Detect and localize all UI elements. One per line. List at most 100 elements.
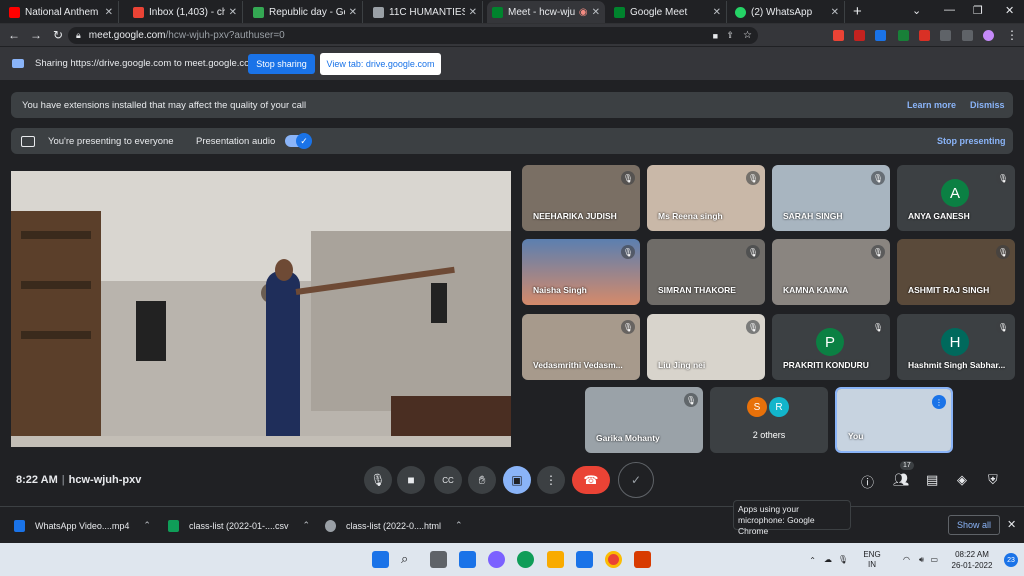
task-view-icon[interactable] xyxy=(430,551,447,568)
address-bar[interactable]: 🔒︎ meet.google.com/hcw-wjuh-pxv?authuser… xyxy=(68,27,758,44)
start-icon[interactable] xyxy=(372,551,389,568)
activities-icon[interactable]: ◈ xyxy=(957,472,967,488)
tab-search-icon[interactable]: ⌄ xyxy=(912,4,921,17)
edge-icon[interactable] xyxy=(517,551,534,568)
mail-icon[interactable] xyxy=(576,551,593,568)
back-icon[interactable]: ← xyxy=(4,28,24,42)
restore-button[interactable]: ❐ xyxy=(973,4,983,17)
tab-11c-humanities[interactable]: 11C HUMANTIES 202✕ xyxy=(368,1,483,23)
tab-whatsapp[interactable]: (2) WhatsApp ✕ xyxy=(730,1,845,23)
profile-avatar[interactable] xyxy=(983,30,994,41)
download-item[interactable]: WhatsApp Video....mp4 ⌃ xyxy=(14,517,151,534)
learn-more-link[interactable]: Learn more xyxy=(907,100,956,110)
download-item[interactable]: class-list (2022-01-....csv ⌃ xyxy=(168,517,310,534)
close-icon[interactable]: ✕ xyxy=(592,7,600,18)
mic-tray-icon[interactable]: 🎙︎ xyxy=(838,555,848,564)
new-tab-button[interactable]: + xyxy=(853,3,862,20)
abp-icon[interactable] xyxy=(854,30,865,41)
extension-icon[interactable] xyxy=(898,30,909,41)
mic-off-icon: 🎙︎ xyxy=(871,245,885,259)
participant-tile[interactable]: 🎙︎ KAMNA KAMNA xyxy=(772,239,890,305)
people-icon[interactable]: 👥︎ xyxy=(893,472,910,488)
present-button[interactable]: ▣ xyxy=(503,466,531,494)
presentation-audio-toggle[interactable]: ✓ xyxy=(285,133,312,149)
camera-icon[interactable]: ■ xyxy=(713,31,718,41)
notification-badge[interactable]: 23 xyxy=(1004,553,1018,567)
extension-icon[interactable] xyxy=(833,30,844,41)
widgets-icon[interactable] xyxy=(459,551,476,568)
stop-presenting-button[interactable]: Stop presenting xyxy=(937,136,1006,146)
close-window-button[interactable]: ✕ xyxy=(1005,4,1014,17)
reload-icon[interactable]: ↻ xyxy=(48,28,68,42)
chevron-up-icon[interactable]: ⌃ xyxy=(303,520,311,531)
chat-app-icon[interactable] xyxy=(488,551,505,568)
wifi-icon[interactable]: ◠ xyxy=(903,555,910,564)
volume-icon[interactable]: 🔊︎ xyxy=(919,555,924,565)
close-icon[interactable]: ✕ xyxy=(713,7,721,18)
file-explorer-icon[interactable] xyxy=(547,551,564,568)
forward-icon[interactable]: → xyxy=(26,28,46,42)
bookmark-star-icon[interactable]: ☆ xyxy=(743,30,752,41)
camera-button[interactable]: ■ xyxy=(397,466,425,494)
extension-icon[interactable] xyxy=(875,30,886,41)
mic-off-icon: 🎙︎ xyxy=(684,393,698,407)
battery-icon[interactable]: ▭ xyxy=(930,555,938,564)
chevron-up-icon[interactable]: ⌃ xyxy=(143,520,151,531)
tab-gmail-inbox[interactable]: Inbox (1,403) - charlo✕ xyxy=(128,1,243,23)
lock-icon: 🔒︎ xyxy=(76,30,81,40)
captions-button[interactable]: CC xyxy=(434,466,462,494)
cloud-icon[interactable]: ☁︎ xyxy=(824,555,832,564)
search-icon[interactable]: ⌕ xyxy=(401,551,418,568)
tab-google-meet[interactable]: Google Meet ✕ xyxy=(609,1,727,23)
clock[interactable]: 08:22 AM 26-01-2022 xyxy=(944,549,1000,571)
host-controls-icon[interactable]: ⛨ xyxy=(988,472,998,488)
chevron-up-icon[interactable]: ⌃ xyxy=(809,556,816,565)
stop-sharing-button[interactable]: Stop sharing xyxy=(248,54,315,74)
close-icon[interactable]: ✕ xyxy=(105,7,113,18)
close-icon[interactable]: ✕ xyxy=(831,7,839,18)
camera-icon: ■ xyxy=(407,473,415,487)
tab-republic-day[interactable]: Republic day - Go ✕ xyxy=(248,1,363,23)
chrome-icon[interactable] xyxy=(605,551,622,568)
participant-tile[interactable]: 🎙︎ Naisha Singh xyxy=(522,239,640,305)
participant-tile[interactable]: H 🎙︎ Hashmit Singh Sabhar... xyxy=(897,314,1015,380)
close-icon[interactable]: ✕ xyxy=(349,7,357,18)
participant-tile[interactable]: 🎙︎ SIMRAN THAKORE xyxy=(647,239,765,305)
chevron-up-icon[interactable]: ⌃ xyxy=(455,520,463,531)
participant-tile[interactable]: 🎙︎ SARAH SINGH xyxy=(772,165,890,231)
microphone-button[interactable]: 🎙︎ xyxy=(364,466,392,494)
participant-tile[interactable]: 🎙︎ Vedasmrithi Vedasm... xyxy=(522,314,640,380)
tab-meet-active[interactable]: Meet - hcw-wjuh-◉✕ xyxy=(487,1,605,23)
tab-national-anthem[interactable]: National Anthem of In✕ xyxy=(4,1,119,23)
language-indicator[interactable]: ENG IN xyxy=(862,550,882,570)
close-icon[interactable]: ✕ xyxy=(229,7,237,18)
minimize-button[interactable]: — xyxy=(944,4,955,16)
participant-tile[interactable]: P 🎙︎ PRAKRITI KONDURU xyxy=(772,314,890,380)
close-icon[interactable]: ✕ xyxy=(1007,518,1016,531)
others-tile[interactable]: S R 2 others xyxy=(710,387,828,453)
close-icon[interactable]: ✕ xyxy=(469,7,477,18)
dismiss-button[interactable]: Dismiss xyxy=(970,100,1005,110)
raise-hand-button[interactable]: ✋︎ xyxy=(468,466,496,494)
participant-tile[interactable]: 🎙︎ Ms Reena singh xyxy=(647,165,765,231)
participant-tile[interactable]: 🎙︎ ASHMIT RAJ SINGH xyxy=(897,239,1015,305)
menu-kebab-icon[interactable]: ⋮ xyxy=(1002,28,1022,42)
leave-call-button[interactable]: ☎︎ xyxy=(572,466,610,494)
office-icon[interactable] xyxy=(634,551,651,568)
more-options-button[interactable]: ⋮ xyxy=(537,466,565,494)
meeting-details-icon[interactable]: ⓘ xyxy=(861,472,874,491)
participant-tile[interactable]: 🎙︎ Liu Jing nei xyxy=(647,314,765,380)
download-item[interactable]: class-list (2022-0....html ⌃ xyxy=(325,517,463,534)
check-button[interactable]: ✓ xyxy=(618,462,654,498)
participant-tile[interactable]: A 🎙︎ ANYA GANESH xyxy=(897,165,1015,231)
participant-tile[interactable]: 🎙︎ NEEHARIKA JUDISH xyxy=(522,165,640,231)
view-tab-button[interactable]: View tab: drive.google.com xyxy=(320,53,441,75)
share-icon[interactable]: ⇪ xyxy=(726,30,734,41)
extension-icon[interactable] xyxy=(919,30,930,41)
participant-tile[interactable]: 🎙︎ Garika Mohanty xyxy=(585,387,703,453)
chat-icon[interactable]: ▤ xyxy=(926,472,938,488)
show-all-button[interactable]: Show all xyxy=(948,515,1000,535)
extensions-puzzle-icon[interactable] xyxy=(940,30,951,41)
self-tile[interactable]: ⋮ You xyxy=(835,387,953,453)
reading-list-icon[interactable] xyxy=(962,30,973,41)
